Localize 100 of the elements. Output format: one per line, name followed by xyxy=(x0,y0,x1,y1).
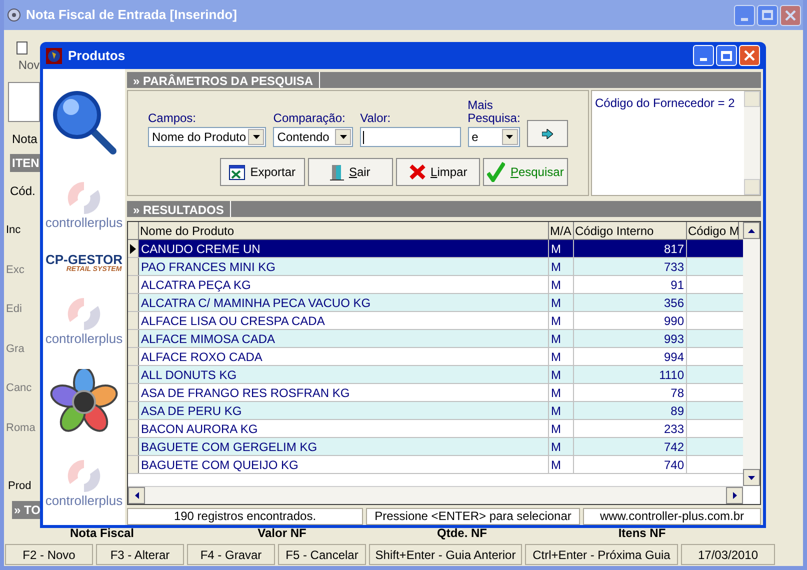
caret-icon xyxy=(252,135,260,139)
row-pointer-icon xyxy=(130,244,136,254)
table-row[interactable]: ALFACE ROXO CADA M 994 xyxy=(128,348,743,366)
logo-text: controllerplus xyxy=(45,332,123,346)
side-action[interactable]: Edi xyxy=(6,301,40,318)
door-icon xyxy=(330,164,344,180)
dropdown-button[interactable] xyxy=(502,129,518,145)
scrollbar[interactable] xyxy=(744,91,760,195)
side-action[interactable]: Canc xyxy=(6,380,40,396)
table-cell: M xyxy=(549,366,574,383)
table-row[interactable]: BACON AURORA KG M 233 xyxy=(128,420,743,438)
table-row[interactable]: ALCATRA PEÇA KG M 91 xyxy=(128,276,743,294)
dropdown-button[interactable] xyxy=(248,129,264,145)
table-cell: 817 xyxy=(574,240,687,257)
add-condition-button[interactable] xyxy=(526,120,568,147)
totals-header: » TO xyxy=(12,500,40,518)
horizontal-scrollbar[interactable] xyxy=(128,486,743,504)
up-arrow-icon xyxy=(748,228,755,232)
table-cell: 742 xyxy=(574,438,687,455)
action-button[interactable]: Sair xyxy=(308,158,392,186)
minimize-button[interactable] xyxy=(693,45,714,66)
table-cell: 1110 xyxy=(574,366,687,383)
table-cell: M xyxy=(549,402,574,419)
table-cell: ASA DE PERU KG xyxy=(139,402,549,419)
table-row[interactable]: ALCATRA C/ MAMINHA PECA VACUO KG M 356 xyxy=(128,294,743,312)
table-cell: ALL DONUTS KG xyxy=(139,366,549,383)
filter-text: Código do Fornecedor = 2 xyxy=(594,95,736,112)
function-key-panel: F3 - Alterar xyxy=(96,544,184,565)
close-button[interactable] xyxy=(780,4,801,26)
select-field[interactable]: Contendo xyxy=(273,127,354,147)
table-row[interactable]: CANUDO CREME UN M 817 xyxy=(128,240,743,258)
status-panel: Pressione <ENTER> para selecionar xyxy=(366,508,580,525)
function-key-panel: Ctrl+Enter - Próxima Guia xyxy=(525,544,678,565)
table-cell: 356 xyxy=(574,294,687,311)
table-cell: ALFACE MIMOSA CADA xyxy=(139,330,549,347)
table-row[interactable]: ALFACE MIMOSA CADA M 993 xyxy=(128,330,743,348)
table-cell: BAGUETE COM QUEIJO KG xyxy=(139,456,549,473)
select-field[interactable]: Nome do Produto xyxy=(148,127,266,147)
bottom-tab-label: Prod xyxy=(8,479,32,494)
image-frame xyxy=(8,82,40,122)
table-cell: BAGUETE COM GERGELIM KG xyxy=(139,438,549,455)
table-row[interactable]: BAGUETE COM GERGELIM KG M 742 xyxy=(128,438,743,456)
select-field[interactable]: e xyxy=(468,127,520,147)
table-cell: CANUDO CREME UN xyxy=(139,240,549,257)
value-input-field[interactable] xyxy=(360,127,461,147)
field-label: Cód. xyxy=(10,183,36,200)
table-cell: M xyxy=(549,330,574,347)
function-key-panel: F2 - Novo xyxy=(5,544,93,565)
column-header[interactable]: M/A xyxy=(549,222,574,239)
table-cell: PAO FRANCES MINI KG xyxy=(139,258,549,275)
right-arrow-icon xyxy=(542,128,553,138)
table-row[interactable]: ASA DE FRANGO RES ROSFRAN KG M 78 xyxy=(128,384,743,402)
table-cell: 78 xyxy=(574,384,687,401)
table-cell: 740 xyxy=(574,456,687,473)
action-button[interactable]: Pesquisar xyxy=(483,158,568,186)
table-cell: ASA DE FRANGO RES ROSFRAN KG xyxy=(139,384,549,401)
table-row[interactable]: ALL DONUTS KG M 1110 xyxy=(128,366,743,384)
table-cell: 993 xyxy=(574,330,687,347)
logo-title: CP-GESTOR xyxy=(45,252,123,266)
window-title: Nota Fiscal de Entrada [Inserindo] xyxy=(26,6,238,24)
table-row[interactable]: BAGUETE COM QUEIJO KG M 740 xyxy=(128,456,743,474)
side-action[interactable]: Gra xyxy=(6,340,40,357)
spreadsheet-icon xyxy=(229,164,246,180)
table-row[interactable]: PAO FRANCES MINI KG M 733 xyxy=(128,258,743,276)
table-cell: 91 xyxy=(574,276,687,293)
action-button[interactable]: Exportar xyxy=(220,158,305,186)
caret-icon xyxy=(340,135,347,139)
table-cell: BACON AURORA KG xyxy=(139,420,549,437)
minimize-button[interactable] xyxy=(734,4,755,26)
field-label: Comparação: xyxy=(273,112,346,125)
table-cell: 233 xyxy=(574,420,687,437)
table-row[interactable]: ASA DE PERU KG M 89 xyxy=(128,402,743,420)
status-panel: www.controller-plus.com.br xyxy=(583,508,761,525)
maximize-button[interactable] xyxy=(757,4,778,26)
side-action[interactable]: Inc xyxy=(6,222,40,238)
column-header[interactable]: Nome do Produto xyxy=(139,222,549,239)
side-action[interactable]: Roma xyxy=(6,420,40,436)
close-icon xyxy=(785,10,796,20)
close-button[interactable] xyxy=(739,45,760,66)
right-arrow-icon xyxy=(732,492,736,499)
table-row[interactable]: ALFACE LISA OU CRESPA CADA M 990 xyxy=(128,312,743,330)
close-icon xyxy=(744,50,755,61)
table-cell: 89 xyxy=(574,402,687,419)
flower-logo-icon xyxy=(50,368,118,435)
table-cell: M xyxy=(549,312,574,329)
dropdown-button[interactable] xyxy=(335,129,352,145)
action-button[interactable]: Limpar xyxy=(396,158,480,186)
column-header[interactable]: Código Interno xyxy=(574,222,687,239)
table-cell: M xyxy=(549,294,574,311)
vertical-scrollbar[interactable] xyxy=(743,222,760,486)
section-header: ITEN xyxy=(10,154,40,172)
field-label: Valor: xyxy=(360,112,392,125)
table-cell: 994 xyxy=(574,348,687,365)
column-header[interactable]: Código M xyxy=(687,222,739,239)
side-action[interactable]: Exc xyxy=(6,262,40,278)
table-cell: 733 xyxy=(574,258,687,275)
x-icon xyxy=(408,164,426,180)
function-key-panel: F5 - Cancelar xyxy=(278,544,366,565)
logo-text: controllerplus xyxy=(45,216,123,230)
maximize-button[interactable] xyxy=(716,45,737,66)
